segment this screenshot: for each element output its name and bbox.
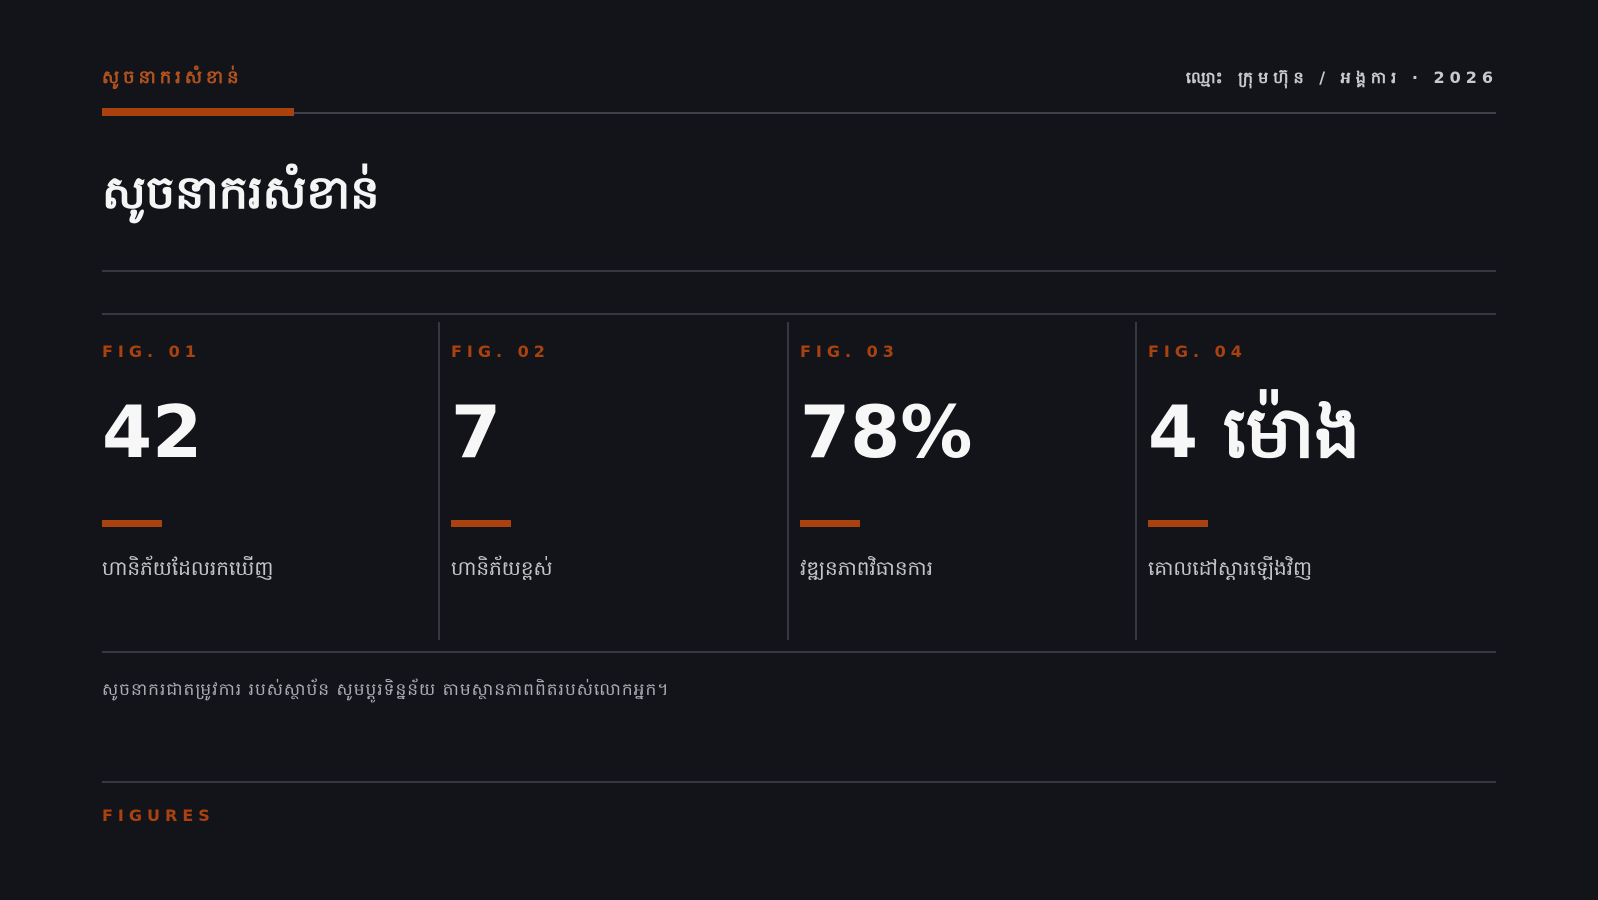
figure-accent-rule bbox=[800, 520, 860, 527]
divider-footer bbox=[102, 781, 1496, 783]
footnote: សូចនាករជាតម្រូវការ របស់ស្ថាប័ន សូមប្តូរទ… bbox=[102, 680, 670, 700]
figure-label: FIG. 01 bbox=[102, 342, 201, 361]
divider-figures-top bbox=[102, 313, 1496, 315]
figure-caption: ហានិភ័យដែលរកឃើញ bbox=[102, 556, 274, 580]
figure-divider bbox=[787, 322, 789, 640]
figure-value: 7 bbox=[451, 390, 502, 474]
figure-label: FIG. 02 bbox=[451, 342, 550, 361]
figure-label: FIG. 04 bbox=[1148, 342, 1247, 361]
figure-card-01: FIG. 01 42 ហានិភ័យដែលរកឃើញ bbox=[102, 322, 422, 640]
figure-card-03: FIG. 03 78% វឌ្ឍនភាពវិធានការ bbox=[787, 322, 1120, 640]
figure-card-02: FIG. 02 7 ហានិភ័យខ្ពស់ bbox=[438, 322, 771, 640]
figure-value: 4 ម៉ោង bbox=[1148, 390, 1361, 474]
figure-label: FIG. 03 bbox=[800, 342, 899, 361]
figure-accent-rule bbox=[451, 520, 511, 527]
figure-caption: ហានិភ័យខ្ពស់ bbox=[451, 556, 553, 580]
page-title: សូចនាករសំខាន់ bbox=[102, 165, 380, 219]
header-meta: ឈ្មោះ ក្រុមហ៊ុន / អង្គការ · 2026 bbox=[1185, 68, 1498, 87]
divider-title bbox=[102, 270, 1496, 272]
header-rule bbox=[102, 112, 1496, 114]
divider-figures-bottom bbox=[102, 651, 1496, 653]
figure-divider bbox=[1135, 322, 1137, 640]
figure-caption: គោលដៅស្ដារឡើងវិញ bbox=[1148, 556, 1313, 580]
figure-value: 42 bbox=[102, 390, 203, 474]
footer-label: FIGURES bbox=[102, 806, 215, 825]
figure-caption: វឌ្ឍនភាពវិធានការ bbox=[800, 556, 933, 580]
figure-accent-rule bbox=[102, 520, 162, 527]
header-kicker: សូចនាករសំខាន់ bbox=[102, 67, 243, 88]
figure-card-04: FIG. 04 4 ម៉ោង គោលដៅស្ដារឡើងវិញ bbox=[1135, 322, 1488, 640]
figure-divider bbox=[438, 322, 440, 640]
figure-accent-rule bbox=[1148, 520, 1208, 527]
figures-row: FIG. 01 42 ហានិភ័យដែលរកឃើញ FIG. 02 7 ហាន… bbox=[102, 322, 1496, 640]
header-accent-bar bbox=[102, 108, 294, 116]
figure-value: 78% bbox=[800, 390, 973, 474]
